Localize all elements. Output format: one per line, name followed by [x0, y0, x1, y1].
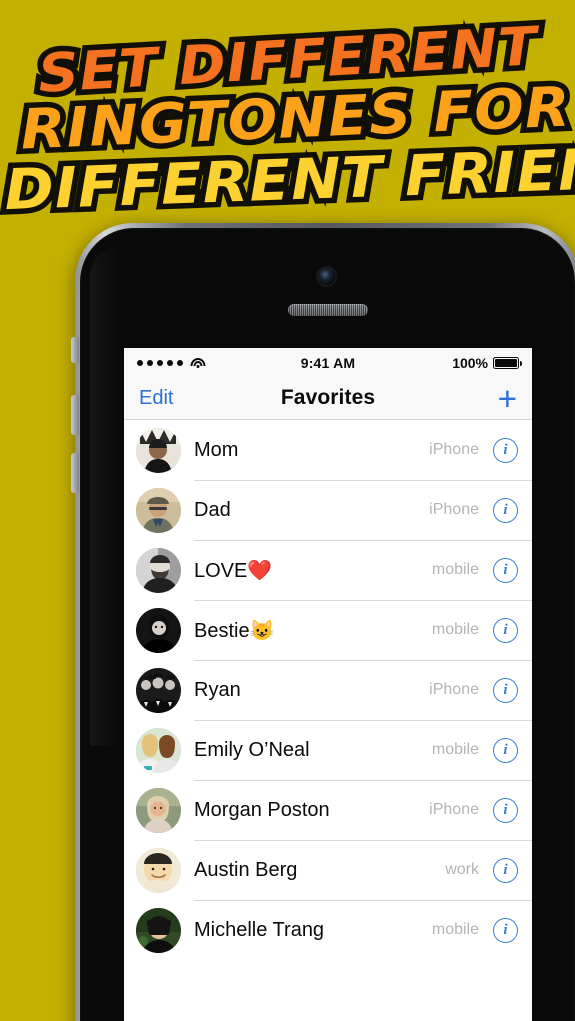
- mute-switch-button[interactable]: [71, 337, 79, 363]
- favorite-row[interactable]: Austin Berg work i: [124, 840, 532, 900]
- favorite-name: Michelle Trang: [194, 918, 325, 941]
- favorite-name: Morgan Poston: [194, 798, 330, 821]
- favorite-row[interactable]: Ryan iPhone i: [124, 660, 532, 720]
- promo-headline-line-2: RINGTONES FOR: [14, 69, 575, 167]
- avatar: [136, 427, 181, 473]
- favorite-row[interactable]: Emily O’Neal mobile i: [124, 720, 532, 780]
- iphone-mockup: 9:41 AM 100% Edit Favorites + Mom iPhone i…: [71, 215, 575, 1021]
- favorite-phone-label: mobile: [431, 621, 479, 638]
- favorite-phone-label: mobile: [431, 741, 479, 758]
- volume-up-button[interactable]: [71, 395, 79, 435]
- favorite-name: Emily O’Neal: [194, 738, 310, 761]
- favorite-phone-label: iPhone: [429, 441, 479, 458]
- favorite-name: Bestie😺: [194, 619, 275, 642]
- navigation-bar: Edit Favorites +: [124, 377, 532, 420]
- battery-percent-label: 100%: [452, 354, 488, 371]
- favorite-row[interactable]: LOVE❤️ mobile i: [124, 540, 532, 600]
- info-icon[interactable]: i: [493, 437, 518, 463]
- favorite-row[interactable]: Dad iPhone i: [124, 480, 532, 540]
- info-icon[interactable]: i: [493, 617, 518, 643]
- info-icon[interactable]: i: [493, 737, 518, 763]
- favorite-name: Ryan: [194, 678, 241, 701]
- favorite-name: Mom: [194, 438, 239, 461]
- volume-down-button[interactable]: [71, 453, 79, 493]
- favorite-row[interactable]: Mom iPhone i: [124, 420, 532, 480]
- favorite-name: Austin Berg: [194, 858, 298, 881]
- favorite-phone-label: iPhone: [429, 681, 479, 698]
- add-favorite-button[interactable]: +: [498, 382, 517, 415]
- info-icon[interactable]: i: [493, 857, 518, 883]
- favorite-phone-label: work: [445, 861, 479, 878]
- favorite-phone-label: mobile: [431, 921, 479, 938]
- avatar: [136, 907, 181, 953]
- avatar: [136, 787, 181, 833]
- page-title: Favorites: [280, 386, 376, 409]
- battery-indicator: 100%: [452, 354, 522, 371]
- avatar: [136, 847, 181, 893]
- battery-full-icon: [493, 356, 522, 369]
- phone-screen: 9:41 AM 100% Edit Favorites + Mom iPhone i…: [124, 348, 532, 1021]
- favorite-row[interactable]: Morgan Poston iPhone i: [124, 780, 532, 840]
- avatar: [136, 607, 181, 653]
- info-icon[interactable]: i: [493, 497, 518, 523]
- avatar: [136, 727, 181, 773]
- info-icon[interactable]: i: [493, 917, 518, 943]
- favorite-row[interactable]: Bestie😺 mobile i: [124, 600, 532, 660]
- favorite-row[interactable]: Michelle Trang mobile i: [124, 900, 532, 960]
- front-camera-icon: [318, 268, 335, 285]
- info-icon[interactable]: i: [493, 677, 518, 703]
- promo-headline: SET DIFFERENT RINGTONES FOR DIFFERENT FR…: [0, 10, 575, 233]
- favorite-name: Dad: [194, 498, 231, 521]
- phone-gloss: [90, 246, 120, 746]
- favorite-phone-label: mobile: [431, 561, 479, 578]
- avatar: [136, 487, 181, 533]
- info-icon[interactable]: i: [493, 797, 518, 823]
- avatar: [136, 667, 181, 713]
- promo-headline-line-1: SET DIFFERENT: [31, 10, 545, 110]
- promo-headline-line-3: DIFFERENT FRIENDS: [0, 128, 575, 229]
- favorite-name: LOVE❤️: [194, 559, 273, 582]
- avatar: [136, 547, 181, 593]
- status-bar: 9:41 AM 100%: [124, 348, 532, 377]
- info-icon[interactable]: i: [493, 557, 518, 583]
- favorites-list: Mom iPhone i Dad iPhone i LOVE❤️ mobile i Bestie😺…: [124, 420, 532, 960]
- favorite-phone-label: iPhone: [429, 501, 479, 518]
- earpiece-speaker-icon: [288, 304, 368, 316]
- favorite-phone-label: iPhone: [429, 801, 479, 818]
